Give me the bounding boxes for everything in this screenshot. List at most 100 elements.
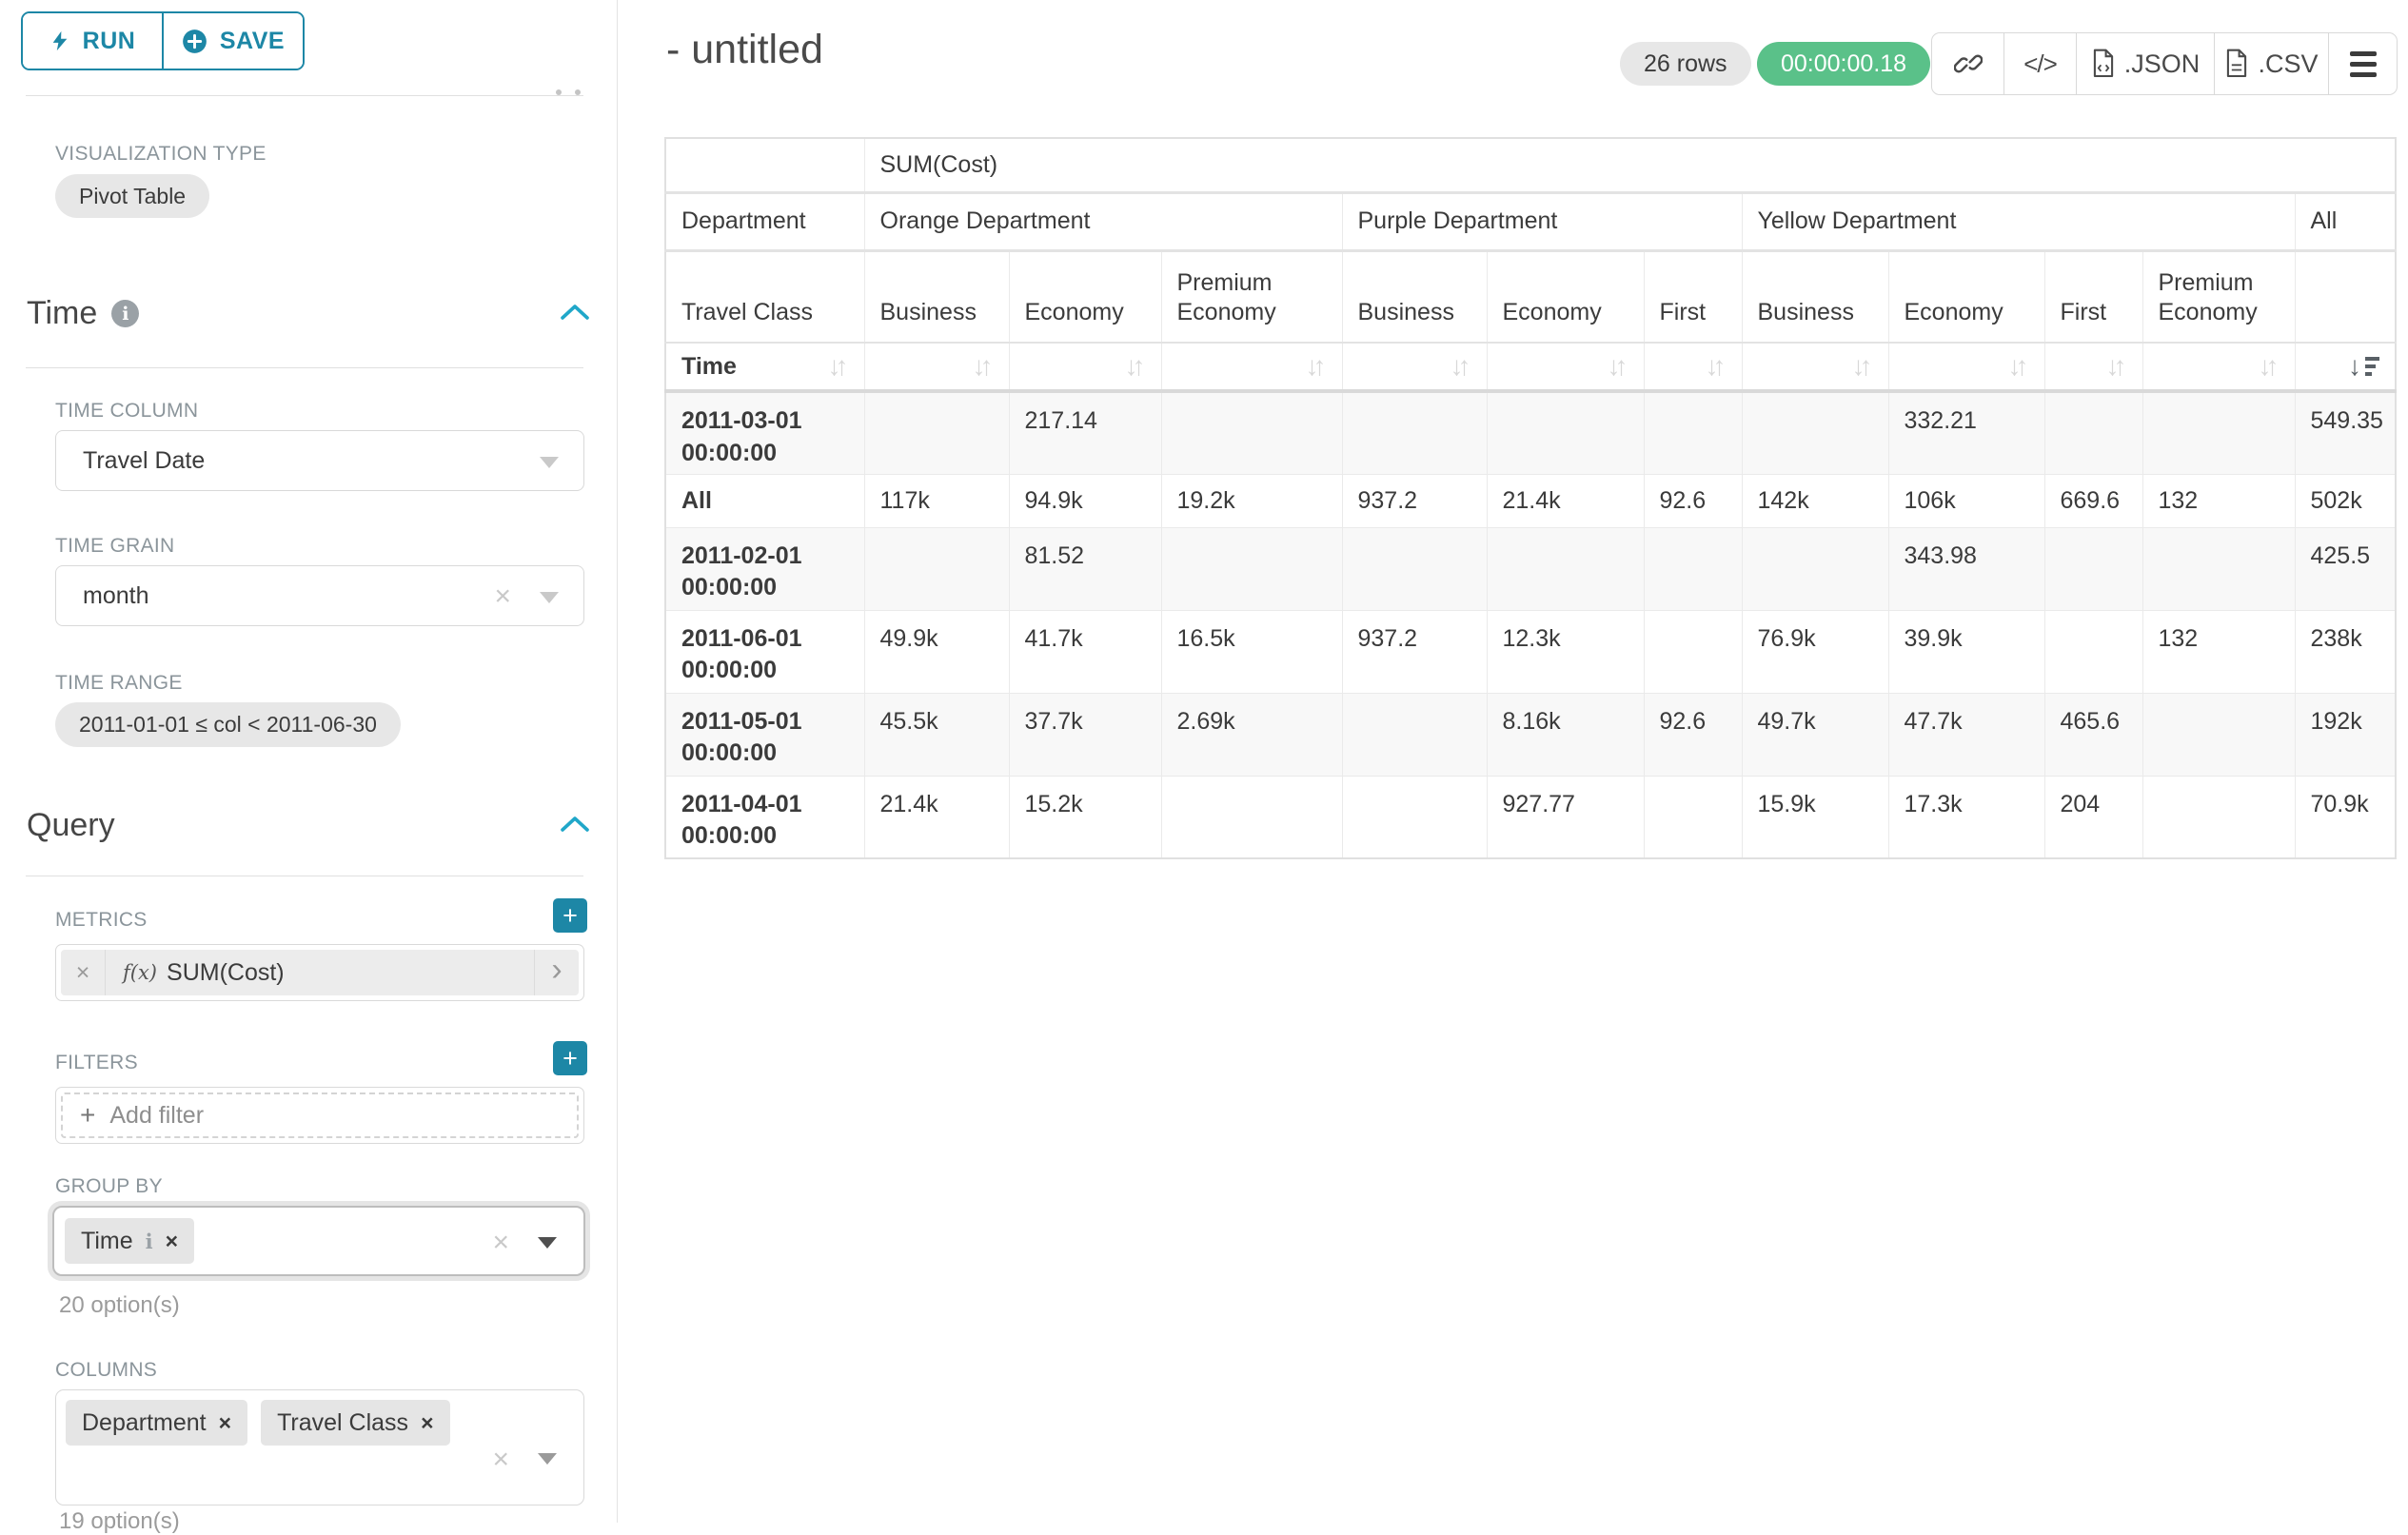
sort-icon[interactable]: ↓↑ [1706, 353, 1727, 380]
group-header: Purple Department [1342, 192, 1742, 250]
sort-header-cell: ↓↑ [2044, 343, 2142, 391]
save-button[interactable]: SAVE [162, 13, 303, 69]
chevron-right-icon[interactable]: › [534, 950, 579, 995]
cell [1161, 776, 1342, 858]
subheader: First [1644, 250, 1742, 343]
visualization-type-pill[interactable]: Pivot Table [55, 174, 209, 218]
group-by-select[interactable]: Time i × × [52, 1206, 585, 1276]
columns-options-hint: 19 option(s) [59, 1508, 180, 1535]
cell: 41.7k [1009, 610, 1161, 693]
sort-icon[interactable]: ↓↑ [1852, 353, 1873, 380]
time-grain-select[interactable]: month × [55, 565, 584, 626]
sort-icon[interactable]: ↓↑ [1125, 353, 1146, 380]
add-filter-button[interactable]: + [553, 1041, 587, 1075]
row-dimension-label: Time [681, 353, 737, 381]
table-row: 2011-02-01 00:00:00 81.52 343.98 425.5 [665, 527, 2396, 610]
cell: 76.9k [1742, 610, 1888, 693]
remove-metric-icon[interactable]: × [61, 950, 106, 995]
add-filter-dropzone[interactable]: + Add filter [61, 1092, 579, 1138]
sort-header-cell: ↓↑ [1742, 343, 1888, 391]
chevron-down-icon[interactable] [540, 457, 559, 468]
info-icon: i [146, 1230, 153, 1253]
metric-name: SUM(Cost) [167, 959, 285, 987]
table-row: 2011-03-01 00:00:00 217.14 332.21 549.35 [665, 391, 2396, 474]
chart-panel: - untitled 26 rows 00:00:00.18 </> .JSON… [618, 0, 2408, 1523]
run-save-button-group: RUN SAVE [21, 11, 305, 70]
export-csv-button[interactable]: .CSV [2214, 33, 2328, 94]
columns-chip-department[interactable]: Department × [66, 1400, 247, 1446]
metrics-label: METRICS [55, 909, 148, 932]
chevron-down-icon[interactable] [538, 1237, 557, 1249]
chevron-down-icon[interactable] [540, 592, 559, 603]
time-column-label: TIME COLUMN [55, 400, 198, 423]
copy-link-button[interactable] [1932, 33, 2003, 94]
sort-header-cell: ↓↑ [864, 343, 1009, 391]
cell [864, 391, 1009, 474]
clear-icon[interactable]: × [492, 1229, 509, 1257]
sort-icon[interactable]: ↓↑ [1451, 353, 1471, 380]
chevron-up-icon[interactable] [560, 815, 590, 834]
cell [1487, 391, 1644, 474]
columns-select[interactable]: Department × Travel Class × × [55, 1389, 584, 1505]
sort-icon[interactable]: ↓↑ [828, 353, 849, 380]
subheader: Economy [1009, 250, 1161, 343]
sort-icon[interactable]: ↓↑ [1306, 353, 1327, 380]
sort-header-cell: ↓↑ [1644, 343, 1742, 391]
group-by-chip-time[interactable]: Time i × [65, 1218, 194, 1264]
sort-icon[interactable]: ↓↑ [1608, 353, 1628, 380]
section-divider [26, 367, 583, 368]
clear-icon[interactable]: × [492, 1446, 509, 1474]
sort-header-cell: ↓↑ [2142, 343, 2295, 391]
clear-icon[interactable]: × [494, 582, 511, 611]
group-by-label: GROUP BY [55, 1175, 163, 1198]
cell: 21.4k [864, 776, 1009, 858]
metric-pill[interactable]: × f(x) SUM(Cost) › [61, 950, 579, 995]
save-button-label: SAVE [220, 28, 285, 55]
time-range-label: TIME RANGE [55, 672, 183, 695]
metric-label: f(x) SUM(Cost) [106, 950, 534, 995]
group-header: Orange Department [864, 192, 1342, 250]
sort-icon[interactable]: ↓↑ [2259, 353, 2280, 380]
view-query-button[interactable]: </> [2003, 33, 2076, 94]
sort-descending-icon[interactable]: ↓ [2348, 353, 2379, 380]
row-label: 2011-02-01 00:00:00 [665, 527, 864, 610]
sort-header-cell-active: ↓ [2295, 343, 2396, 391]
sort-icon[interactable]: ↓↑ [973, 353, 994, 380]
csv-file-icon [2224, 49, 2249, 79]
chevron-up-icon[interactable] [560, 303, 590, 322]
cell: 217.14 [1009, 391, 1161, 474]
sort-icon[interactable]: ↓↑ [2008, 353, 2029, 380]
plus-circle-icon [182, 29, 207, 54]
cell: 425.5 [2295, 527, 2396, 610]
cell [1644, 776, 1742, 858]
cell: 15.9k [1742, 776, 1888, 858]
export-json-button[interactable]: .JSON [2076, 33, 2214, 94]
columns-chip-travel-class[interactable]: Travel Class × [261, 1400, 449, 1446]
metric-header-row: SUM(Cost) [665, 138, 2396, 192]
time-column-select[interactable]: Travel Date [55, 430, 584, 491]
cell [1487, 527, 1644, 610]
time-range-pill[interactable]: 2011-01-01 ≤ col < 2011-06-30 [55, 702, 401, 747]
cell [2142, 391, 2295, 474]
cell: 142k [1742, 474, 1888, 527]
chip-close-icon[interactable]: × [421, 1410, 433, 1436]
add-metric-button[interactable]: + [553, 898, 587, 933]
col-dimension-label: Department [665, 192, 864, 250]
chart-title[interactable]: - untitled [666, 27, 823, 73]
time-column-value: Travel Date [83, 447, 205, 475]
cell: 47.7k [1888, 693, 2044, 776]
table-row: 2011-04-01 00:00:00 21.4k 15.2k 927.77 1… [665, 776, 2396, 858]
chip-close-icon[interactable]: × [219, 1410, 231, 1436]
cell: 927.77 [1487, 776, 1644, 858]
add-filter-text: Add filter [109, 1102, 204, 1130]
cell [2142, 693, 2295, 776]
chevron-down-icon[interactable] [538, 1453, 557, 1465]
sort-icon[interactable]: ↓↑ [2106, 353, 2127, 380]
cell [864, 527, 1009, 610]
chart-menu-button[interactable] [2328, 33, 2397, 94]
run-button[interactable]: RUN [23, 13, 162, 69]
cell: 2.69k [1161, 693, 1342, 776]
run-button-label: RUN [83, 28, 136, 55]
chip-close-icon[interactable]: × [166, 1229, 178, 1254]
explore-control-panel: Chart Type RUN SAVE VISUALIZATION TYPE P… [0, 0, 618, 1523]
